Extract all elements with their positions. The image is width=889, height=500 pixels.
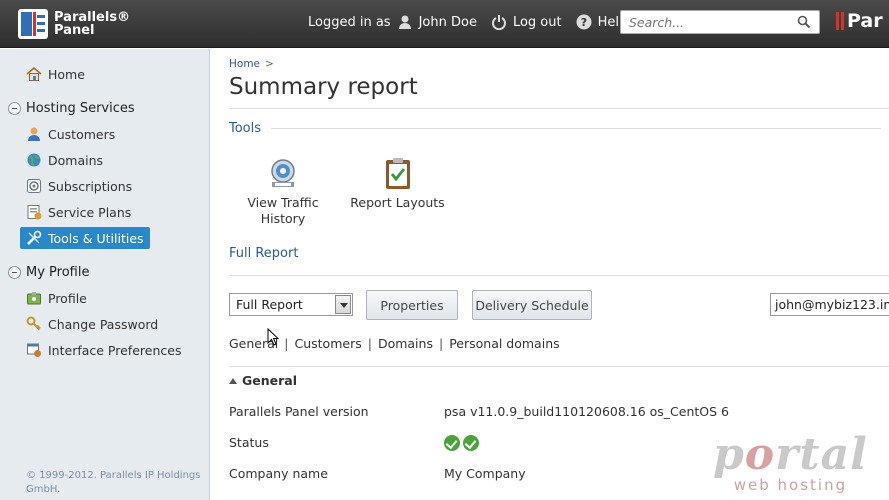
sidebar-item-label: Interface Preferences <box>48 342 182 358</box>
tools-section-heading: Tools <box>229 121 882 136</box>
key-icon <box>26 316 42 332</box>
logo-text-line2: Panel <box>54 23 95 38</box>
tool-label-line1: Report Layouts <box>350 195 445 210</box>
sidebar-item-label: Profile <box>48 290 87 306</box>
search-input[interactable] <box>621 11 791 33</box>
properties-button[interactable]: Properties <box>366 290 458 320</box>
globe-icon <box>26 152 42 168</box>
logout-link[interactable]: Log out <box>491 14 562 31</box>
parallels-brand: Par <box>836 10 883 32</box>
email-field[interactable]: john@mybiz123.inf <box>770 293 889 316</box>
sidebar-item-label: Domains <box>48 152 104 168</box>
tool-label-line1: View Traffic <box>247 195 319 210</box>
row-label-status: Status <box>229 435 269 450</box>
help-icon: ? <box>576 14 592 30</box>
home-icon <box>26 66 42 82</box>
collapse-icon[interactable] <box>8 102 21 115</box>
subtab-personal-domains[interactable]: Personal domains <box>449 336 559 351</box>
group-title: Hosting Services <box>26 101 135 116</box>
main-content: Home > Summary report Tools View Traffic … <box>210 49 889 500</box>
brand-text: Par <box>847 10 883 32</box>
search-box <box>620 10 820 34</box>
sidebar-item-subscriptions[interactable]: Subscriptions <box>26 178 132 194</box>
subscription-icon <box>26 178 42 194</box>
breadcrumb: Home > <box>229 58 274 70</box>
mouse-cursor-icon <box>267 327 280 349</box>
row-label-company-name: Company name <box>229 466 328 481</box>
group-my-profile[interactable]: My Profile <box>8 265 89 280</box>
collapse-icon[interactable] <box>8 266 21 279</box>
breadcrumb-separator: > <box>265 58 274 70</box>
svg-text:?: ? <box>580 16 586 29</box>
sidebar-item-domains[interactable]: Domains <box>26 152 103 168</box>
sidebar-item-label: Home <box>48 66 85 82</box>
search-icon[interactable] <box>797 15 811 32</box>
report-layouts-tool[interactable]: Report Layouts <box>350 157 445 211</box>
user-icon <box>397 14 413 30</box>
status-indicators <box>444 435 482 454</box>
subtab-customers[interactable]: Customers <box>294 336 361 351</box>
row-label-panel-version: Parallels Panel version <box>229 404 369 419</box>
section-divider <box>229 275 889 276</box>
profile-card-icon <box>26 290 42 306</box>
delivery-schedule-button[interactable]: Delivery Schedule <box>472 290 592 320</box>
full-report-section-heading: Full Report <box>229 246 298 261</box>
row-value-panel-version: psa v11.0.9_build110120608.16 os_CentOS … <box>444 404 730 419</box>
dropdown-arrow-icon[interactable] <box>335 295 351 314</box>
page-title: Summary report <box>229 74 418 100</box>
section-title: Tools <box>229 121 262 136</box>
collapse-arrow-icon <box>229 378 237 384</box>
report-checklist-icon <box>381 157 415 191</box>
status-ok-icon <box>444 435 460 451</box>
sidebar-item-service-plans[interactable]: Service Plans <box>26 204 131 220</box>
breadcrumb-home-link[interactable]: Home <box>229 58 260 70</box>
logout-label: Log out <box>512 14 562 30</box>
tools-icon <box>26 230 42 246</box>
top-header: Parallels® Panel Logged in as John Doe L… <box>0 0 889 48</box>
group-hosting-services[interactable]: Hosting Services <box>8 101 135 116</box>
sidebar-item-tools-utilities[interactable]: Tools & Utilities <box>20 227 150 249</box>
row-value-company-name: My Company <box>444 466 526 481</box>
sidebar-item-profile[interactable]: Profile <box>26 290 87 306</box>
view-traffic-history-tool[interactable]: View Traffic History <box>244 157 322 227</box>
sidebar: Home Hosting Services Customers Domains … <box>0 49 210 500</box>
section-title: Full Report <box>229 246 299 261</box>
traffic-monitor-icon <box>266 157 300 191</box>
logged-in-label: Logged in as <box>308 14 391 30</box>
report-select[interactable]: Full Report <box>229 293 353 316</box>
preferences-icon <box>26 342 42 358</box>
power-icon <box>491 14 507 31</box>
portal-web-hosting-watermark: portal web hosting <box>713 429 868 495</box>
sidebar-item-label: Tools & Utilities <box>48 230 144 246</box>
tool-label-line2: History <box>260 211 306 226</box>
sidebar-item-label: Subscriptions <box>48 178 133 194</box>
sidebar-item-label: Change Password <box>48 316 159 332</box>
status-ok-icon <box>463 435 479 451</box>
sidebar-item-customers[interactable]: Customers <box>26 126 115 142</box>
user-name-link[interactable]: John Doe <box>419 15 477 30</box>
customer-icon <box>26 126 42 142</box>
subtab-domains[interactable]: Domains <box>378 336 433 351</box>
general-section-toggle[interactable]: General <box>229 373 297 388</box>
plan-icon <box>26 204 42 220</box>
title-divider <box>229 108 889 109</box>
general-heading: General <box>242 373 297 388</box>
sidebar-item-home[interactable]: Home <box>26 66 85 82</box>
sidebar-item-interface-preferences[interactable]: Interface Preferences <box>26 342 181 358</box>
parallels-logo[interactable]: Parallels® Panel <box>18 9 130 39</box>
copyright-text: © 1999-2012. Parallels IP Holdings GmbH. <box>26 470 201 495</box>
report-select-value: Full Report <box>236 297 303 312</box>
group-title: My Profile <box>26 265 90 280</box>
sidebar-item-change-password[interactable]: Change Password <box>26 316 158 332</box>
sidebar-item-label: Customers <box>48 126 116 142</box>
subtabs-divider <box>229 366 889 367</box>
sidebar-item-label: Service Plans <box>48 204 132 220</box>
logo-icon <box>18 9 48 39</box>
